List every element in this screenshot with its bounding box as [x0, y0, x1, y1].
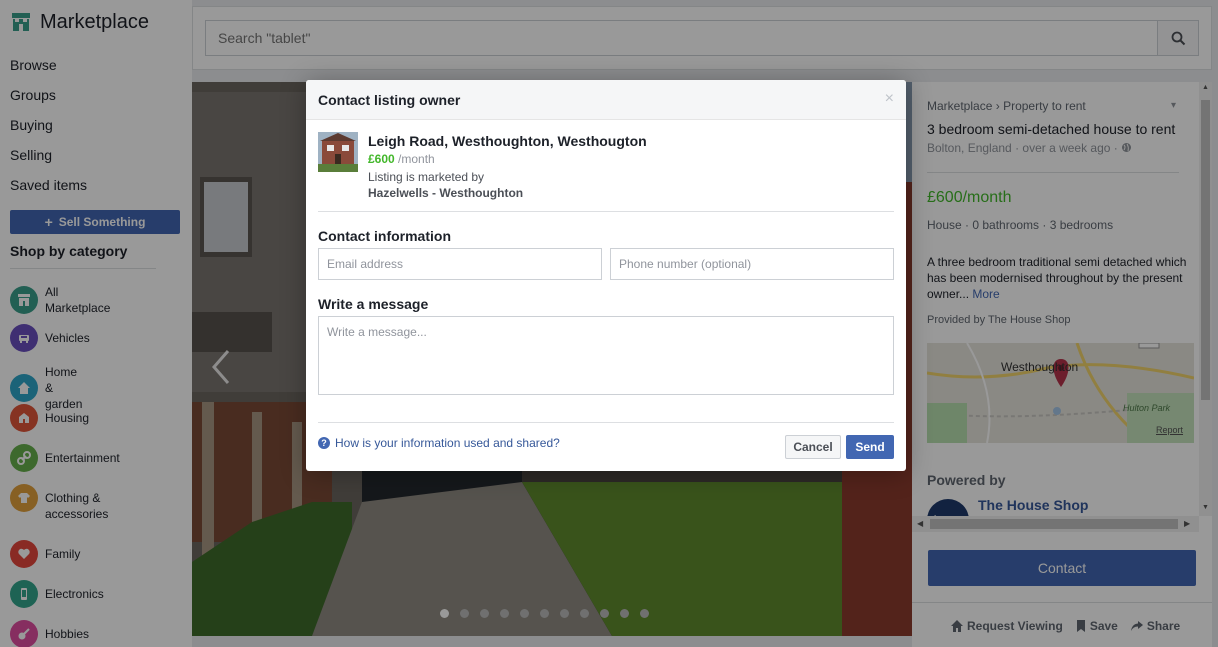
divider: [318, 422, 894, 423]
email-field-wrapper: [318, 248, 602, 280]
close-icon[interactable]: ×: [885, 91, 894, 107]
dialog-title: Contact listing owner: [318, 92, 461, 108]
dialog-header: Contact listing owner ×: [306, 80, 906, 120]
message-textarea[interactable]: [319, 317, 893, 394]
agent-name: Hazelwells - Westhoughton: [368, 186, 524, 200]
listing-thumbnail-image: [318, 132, 358, 172]
price-period: /month: [394, 152, 435, 166]
marketed-by-label: Listing is marketed by: [368, 170, 485, 184]
privacy-help-link[interactable]: ? How is your information used and share…: [318, 436, 560, 450]
message-textarea-wrapper: [318, 316, 894, 395]
divider: [318, 211, 894, 212]
privacy-help-label: How is your information used and shared?: [335, 436, 560, 450]
contact-listing-dialog: Contact listing owner × Leigh Road, West…: [306, 80, 906, 471]
contact-information-heading: Contact information: [318, 228, 451, 244]
phone-field[interactable]: [611, 249, 893, 279]
write-message-heading: Write a message: [318, 296, 429, 312]
listing-thumbnail: [318, 132, 358, 172]
send-button[interactable]: Send: [846, 435, 894, 459]
price-amount: £600: [368, 152, 395, 166]
cancel-button[interactable]: Cancel: [785, 435, 841, 459]
email-field[interactable]: [319, 249, 601, 279]
listing-address: Leigh Road, Westhoughton, Westhougton: [368, 133, 647, 149]
phone-field-wrapper: [610, 248, 894, 280]
listing-price: £600 /month: [368, 152, 435, 166]
question-icon: ?: [318, 437, 330, 449]
